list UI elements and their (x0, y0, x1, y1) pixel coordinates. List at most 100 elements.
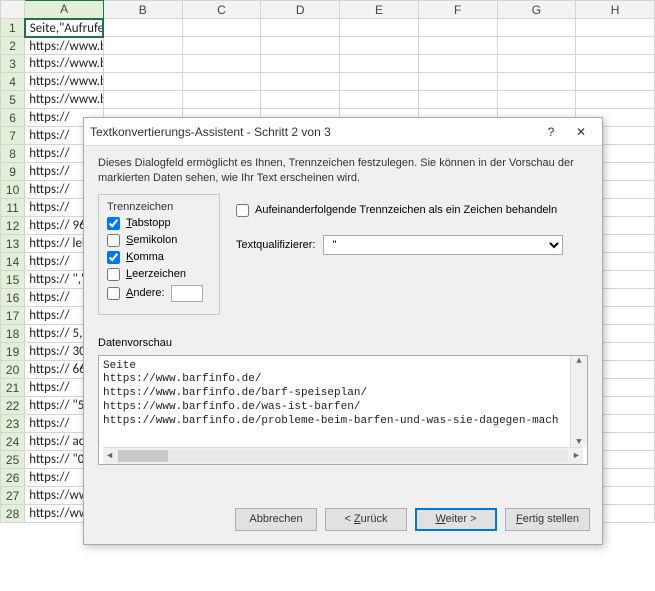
row-header[interactable]: 14 (1, 253, 25, 271)
col-header-D[interactable]: D (261, 1, 340, 19)
row-header[interactable]: 21 (1, 379, 25, 397)
cell[interactable]: Seite,"Aufrufe","Klicks","Klickrate","Du… (25, 19, 104, 37)
next-button[interactable]: Weiter > (415, 508, 497, 531)
row-header[interactable]: 26 (1, 469, 25, 487)
cell[interactable] (261, 19, 340, 37)
cb-space-input[interactable] (107, 268, 120, 281)
cell[interactable] (576, 55, 655, 73)
col-header-H[interactable]: H (576, 1, 655, 19)
cell[interactable] (418, 55, 497, 73)
cell[interactable] (497, 19, 576, 37)
row-header[interactable]: 25 (1, 451, 25, 469)
cell[interactable]: https://www.barfinfo.de/probleme-beim-ba… (25, 91, 104, 109)
row-header[interactable]: 27 (1, 487, 25, 505)
cell[interactable] (497, 73, 576, 91)
row-header[interactable]: 9 (1, 163, 25, 181)
cell[interactable] (182, 19, 261, 37)
cb-space[interactable]: Leerzeichen (107, 268, 211, 281)
cell[interactable] (576, 91, 655, 109)
cell[interactable] (340, 19, 419, 37)
cell[interactable] (261, 55, 340, 73)
cell[interactable] (497, 91, 576, 109)
row-header[interactable]: 23 (1, 415, 25, 433)
row-header[interactable]: 1 (1, 19, 25, 37)
cb-consecutive[interactable]: Aufeinanderfolgende Trennzeichen als ein… (236, 204, 588, 217)
col-header-F[interactable]: F (418, 1, 497, 19)
cb-semicolon-input[interactable] (107, 234, 120, 247)
cell[interactable]: https://www.barfinfo.de/barf-speiseplan/… (25, 55, 104, 73)
finish-button[interactable]: Fertig stellen (505, 508, 590, 531)
select-all-corner[interactable] (1, 1, 25, 19)
row-header[interactable]: 7 (1, 127, 25, 145)
col-header-G[interactable]: G (497, 1, 576, 19)
row-header[interactable]: 10 (1, 181, 25, 199)
cell[interactable] (340, 73, 419, 91)
cell[interactable] (103, 73, 182, 91)
cb-tab-input[interactable] (107, 217, 120, 230)
row-header[interactable]: 22 (1, 397, 25, 415)
cell[interactable] (103, 37, 182, 55)
cell[interactable] (182, 55, 261, 73)
close-icon[interactable]: ✕ (566, 121, 596, 143)
col-header-A[interactable]: A (25, 1, 104, 19)
cell[interactable] (576, 73, 655, 91)
cell[interactable] (418, 19, 497, 37)
cb-comma[interactable]: Komma (107, 251, 211, 264)
cell[interactable]: https://www.barfinfo.de/,"3757","275","7… (25, 37, 104, 55)
cb-comma-input[interactable] (107, 251, 120, 264)
cell[interactable] (261, 91, 340, 109)
cell[interactable] (103, 91, 182, 109)
row-header[interactable]: 3 (1, 55, 25, 73)
cell[interactable] (497, 37, 576, 55)
cell[interactable] (182, 73, 261, 91)
row-header[interactable]: 20 (1, 361, 25, 379)
row-header[interactable]: 2 (1, 37, 25, 55)
cell[interactable] (497, 55, 576, 73)
col-header-E[interactable]: E (340, 1, 419, 19)
cb-tab[interactable]: Tabstopp (107, 217, 211, 230)
cell[interactable] (340, 91, 419, 109)
row-header[interactable]: 18 (1, 325, 25, 343)
row-header[interactable]: 4 (1, 73, 25, 91)
cell[interactable] (340, 55, 419, 73)
row-header[interactable]: 15 (1, 271, 25, 289)
qualifier-select[interactable]: " (323, 235, 563, 255)
row-header[interactable]: 19 (1, 343, 25, 361)
cell[interactable] (261, 37, 340, 55)
col-header-C[interactable]: C (182, 1, 261, 19)
preview-hscrollbar[interactable]: ◄ ► (103, 447, 583, 464)
cb-other-input[interactable] (107, 287, 120, 300)
row-header[interactable]: 6 (1, 109, 25, 127)
cell[interactable] (340, 37, 419, 55)
row-header[interactable]: 8 (1, 145, 25, 163)
cb-other[interactable]: Andere: (107, 285, 211, 302)
cell[interactable] (576, 19, 655, 37)
row-header[interactable]: 11 (1, 199, 25, 217)
row-header[interactable]: 24 (1, 433, 25, 451)
cell[interactable] (182, 37, 261, 55)
col-header-B[interactable]: B (103, 1, 182, 19)
cell[interactable] (103, 19, 182, 37)
back-button[interactable]: < Zurück (325, 508, 407, 531)
cell[interactable] (418, 37, 497, 55)
cb-consecutive-input[interactable] (236, 204, 249, 217)
other-delim-input[interactable] (171, 285, 203, 302)
cell[interactable] (576, 37, 655, 55)
row-header[interactable]: 16 (1, 289, 25, 307)
preview-vscrollbar[interactable]: ▲▼ (570, 356, 587, 447)
row-header[interactable]: 28 (1, 505, 25, 523)
cell[interactable] (261, 73, 340, 91)
row-header[interactable]: 13 (1, 235, 25, 253)
row-header[interactable]: 5 (1, 91, 25, 109)
cancel-button[interactable]: Abbrechen (235, 508, 317, 531)
cell[interactable]: https://www.barfinfo.de/was-ist-barfen/,… (25, 73, 104, 91)
cell[interactable] (182, 91, 261, 109)
row-header[interactable]: 17 (1, 307, 25, 325)
text-wizard-dialog: Textkonvertierungs-Assistent - Schritt 2… (83, 117, 603, 545)
cell[interactable] (418, 73, 497, 91)
help-icon[interactable]: ? (536, 121, 566, 143)
cb-semicolon[interactable]: Semikolon (107, 234, 211, 247)
cell[interactable] (418, 91, 497, 109)
row-header[interactable]: 12 (1, 217, 25, 235)
cell[interactable] (103, 55, 182, 73)
